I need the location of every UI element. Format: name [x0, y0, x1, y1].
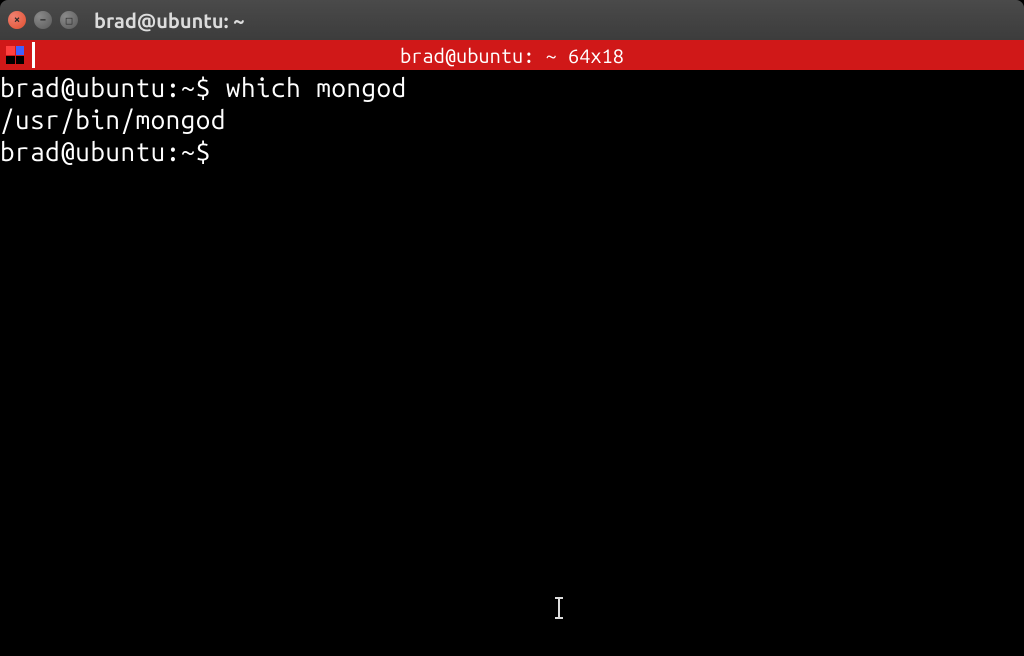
terminal-tabbar: brad@ubuntu: ~ 64x18: [0, 40, 1024, 70]
prompt: brad@ubuntu:~$: [0, 73, 226, 102]
terminal-line: brad@ubuntu:~$ which mongod: [0, 72, 1024, 104]
window-title: brad@ubuntu: ~: [94, 9, 245, 32]
terminal-body[interactable]: brad@ubuntu:~$ which mongod /usr/bin/mon…: [0, 70, 1024, 656]
terminal-line: brad@ubuntu:~$: [0, 136, 1024, 168]
window-titlebar: × − □ brad@ubuntu: ~: [0, 0, 1024, 40]
terminal-tab-icon[interactable]: [0, 40, 30, 70]
window-controls: × − □: [8, 11, 78, 29]
minimize-icon[interactable]: −: [34, 11, 52, 29]
maximize-icon[interactable]: □: [60, 11, 78, 29]
close-icon[interactable]: ×: [8, 11, 26, 29]
tab-title: brad@ubuntu: ~ 64x18: [400, 44, 624, 67]
prompt: brad@ubuntu:~$: [0, 137, 226, 166]
tab-cursor: [32, 42, 35, 68]
grid-icon: [6, 46, 24, 64]
output-text: /usr/bin/mongod: [0, 105, 226, 134]
terminal-line: /usr/bin/mongod: [0, 104, 1024, 136]
command-text: which mongod: [226, 73, 407, 102]
text-cursor-icon: [558, 598, 560, 618]
